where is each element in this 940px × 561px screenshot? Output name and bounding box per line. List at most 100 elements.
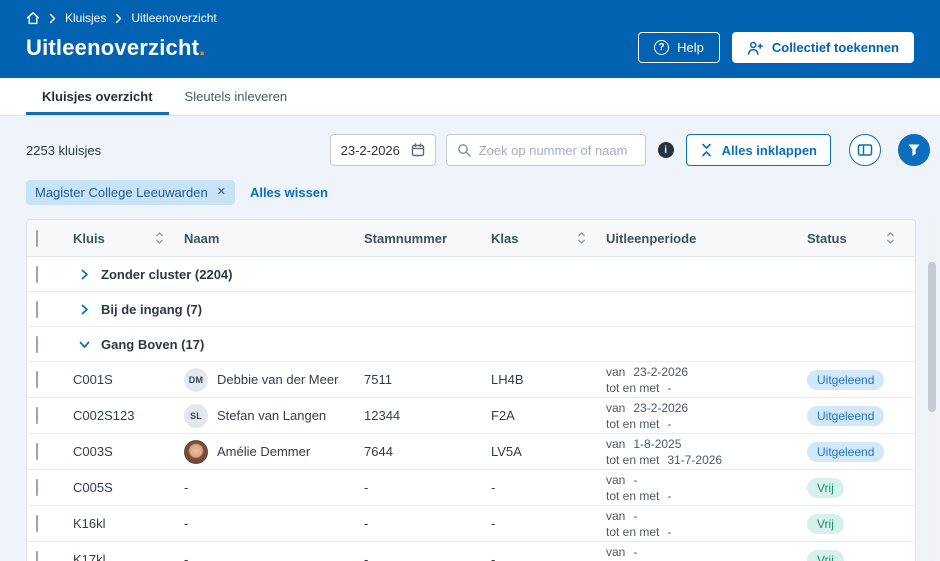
period-from: van 1-8-2025	[606, 436, 797, 452]
student-class: -	[491, 552, 496, 561]
filter-chip-school[interactable]: Magister College Leeuwarden ✕	[26, 180, 235, 205]
period-to-label: tot en met	[606, 416, 660, 431]
main-content: 2253 kluisjes 23-2-2026 i Alles inklappe…	[0, 116, 940, 561]
period-to-value: -	[667, 380, 672, 395]
locker-count: 2253 kluisjes	[26, 142, 102, 158]
period-from-value: -	[633, 508, 638, 523]
chevron-right-icon[interactable]	[78, 268, 91, 281]
column-header-uitleenperiode: Uitleenperiode	[606, 231, 807, 246]
row-checkbox-cell	[27, 515, 73, 532]
row-checkbox[interactable]	[36, 551, 38, 561]
student-class: -	[491, 516, 496, 531]
row-checkbox-cell	[27, 335, 73, 353]
row-checkbox[interactable]	[36, 300, 38, 318]
table-group-row: Bij de ingang (7)	[27, 292, 915, 327]
group-header[interactable]: Gang Boven (17)	[73, 337, 915, 352]
column-label: Stamnummer	[364, 230, 448, 246]
row-checkbox[interactable]	[36, 407, 38, 424]
collective-assign-button[interactable]: Collectief toekennen	[731, 32, 914, 63]
period-to-value: -	[667, 416, 672, 431]
row-checkbox[interactable]	[36, 335, 38, 353]
sort-icon[interactable]	[155, 231, 164, 245]
student-number: 12344	[364, 408, 401, 423]
vertical-scrollbar[interactable]	[928, 220, 936, 561]
status-cell: Uitgeleend	[807, 405, 915, 426]
select-all-checkbox[interactable]	[36, 229, 38, 247]
person-plus-icon	[747, 41, 763, 55]
column-header-status[interactable]: Status	[807, 231, 915, 246]
period-from-value: 23-2-2026	[633, 400, 689, 415]
status-badge: Uitgeleend	[807, 369, 885, 390]
group-header[interactable]: Bij de ingang (7)	[73, 302, 915, 317]
period-from: van 23-2-2026	[606, 364, 797, 380]
row-checkbox[interactable]	[36, 371, 38, 388]
period-from: van -	[606, 472, 797, 488]
loan-period: van 1-8-2025 tot en met 31-7-2026	[606, 436, 807, 468]
chevron-down-icon[interactable]	[78, 338, 91, 351]
sort-icon[interactable]	[577, 231, 586, 245]
period-from-label: van	[606, 472, 626, 487]
table-row: C005S - - - van - tot en met - Vrij	[27, 470, 915, 506]
row-checkbox[interactable]	[36, 479, 38, 496]
help-button[interactable]: ? Help	[638, 32, 720, 63]
student-name: Stefan van Langen	[217, 408, 327, 423]
page-title-text: Uitleenoverzicht	[26, 34, 200, 60]
header-checkbox-cell	[27, 229, 73, 247]
scrollbar-thumb[interactable]	[928, 262, 936, 412]
table-row: C002S123 SL Stefan van Langen 12344 F2A van 23…	[27, 398, 915, 434]
active-filters: Magister College Leeuwarden ✕ Alles wiss…	[26, 180, 930, 205]
column-header-kluis[interactable]: Kluis	[73, 231, 184, 246]
status-badge: Uitgeleend	[807, 441, 885, 462]
period-from: van -	[606, 508, 797, 524]
lockers-table: Kluis Naam Stamnummer Klas Uitleenperiod…	[26, 219, 916, 561]
student-number: -	[364, 516, 369, 531]
date-value: 23-2-2026	[340, 142, 400, 158]
column-header-klas[interactable]: Klas	[491, 231, 606, 246]
tab-sleutels-inleveren[interactable]: Sleutels inleveren	[169, 78, 304, 115]
search-input[interactable]	[478, 142, 635, 158]
locker-id: K17kl	[73, 552, 106, 561]
group-header[interactable]: Zonder cluster (2204)	[73, 267, 915, 282]
app-header: Kluisjes Uitleenoverzicht Uitleenoverzic…	[0, 0, 940, 78]
sort-icon[interactable]	[886, 231, 895, 245]
row-checkbox[interactable]	[36, 265, 38, 283]
period-from: van -	[606, 544, 797, 560]
column-label: Uitleenperiode	[606, 230, 697, 246]
help-label: Help	[677, 40, 704, 55]
student-name: Debbie van der Meer	[217, 372, 339, 387]
loan-period: van-tot en met-	[606, 472, 807, 504]
column-label: Status	[807, 230, 847, 246]
period-from-label: van	[606, 508, 626, 523]
info-icon[interactable]: i	[657, 142, 674, 158]
tab-bar: Kluisjes overzicht Sleutels inleveren	[0, 78, 940, 116]
table-row: C001S DM Debbie van der Meer 7511 LH4B van 23-…	[27, 362, 915, 398]
collective-assign-label: Collectief toekennen	[771, 40, 899, 55]
columns-button[interactable]	[849, 134, 881, 166]
tab-kluisjes-overzicht[interactable]: Kluisjes overzicht	[26, 78, 169, 115]
breadcrumb-kluisjes[interactable]: Kluisjes	[65, 11, 106, 25]
table-row: K16kl - - - van - tot en met - Vrij	[27, 506, 915, 542]
avatar-initials: DM	[184, 367, 208, 392]
period-to-label: tot en met	[606, 380, 660, 395]
locker-id: C005S	[73, 480, 113, 495]
toolbar: 2253 kluisjes 23-2-2026 i Alles inklappe…	[26, 134, 930, 166]
student-name-cell: -	[184, 516, 364, 531]
student-name: -	[184, 480, 189, 495]
period-from-value: -	[633, 544, 638, 559]
clear-all-filters-link[interactable]: Alles wissen	[250, 185, 328, 200]
loan-period: van-tot en met-	[606, 544, 807, 561]
avatar-initials: SL	[184, 403, 208, 428]
collapse-all-button[interactable]: Alles inklappen	[685, 134, 831, 166]
chip-close-icon[interactable]: ✕	[217, 187, 226, 198]
collapse-icon	[700, 143, 713, 157]
calendar-icon	[411, 143, 425, 157]
period-to: tot en met-	[606, 416, 797, 432]
period-to-value: -	[667, 524, 672, 539]
row-checkbox[interactable]	[36, 515, 38, 532]
chevron-right-icon[interactable]	[78, 303, 91, 316]
home-icon[interactable]	[26, 11, 40, 25]
student-name: -	[184, 516, 189, 531]
row-checkbox[interactable]	[36, 443, 38, 460]
date-picker[interactable]: 23-2-2026	[329, 134, 436, 166]
filter-button[interactable]	[898, 134, 930, 166]
